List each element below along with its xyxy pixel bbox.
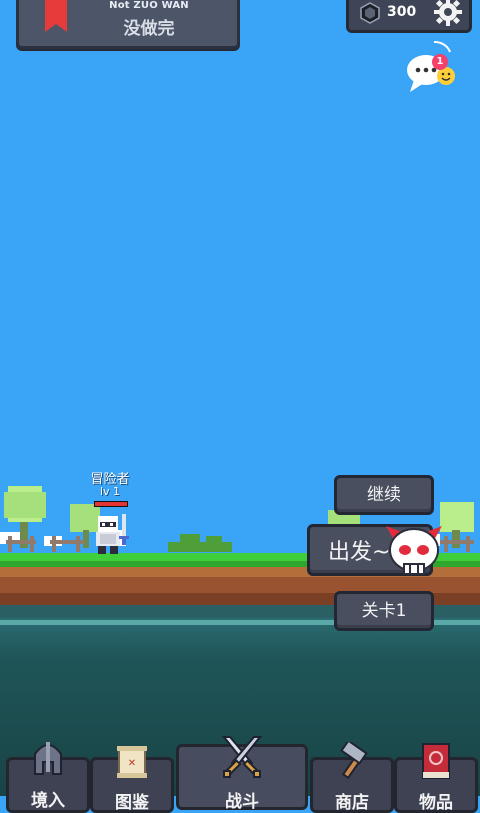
chat-notification-badge: 1 (432, 54, 448, 70)
title-banner[interactable]: Not ZUO WAN 没做完 (16, 0, 240, 49)
helmet-icon (34, 742, 62, 775)
gem-count: 300 (387, 4, 417, 20)
gem-counter-panel: 300 (346, 0, 472, 33)
hero-health-bar (94, 501, 128, 507)
tab-battle-label: 战斗 (225, 792, 259, 812)
hero-level: lv 1 (99, 485, 121, 498)
crossed-swords-icon (221, 736, 263, 778)
banner-subtitle: Not ZUO WAN (109, 0, 189, 11)
svg-text:✕: ✕ (128, 758, 136, 769)
gem-icon (360, 2, 380, 24)
tab-shop-label: 商店 (335, 793, 369, 813)
hero-knight-sprite[interactable] (92, 512, 132, 556)
demon-skull-icon (386, 526, 442, 575)
banner-title: 没做完 (123, 19, 175, 39)
continue-button[interactable]: 继续 (334, 475, 434, 515)
tab-equip[interactable]: 境入 (6, 742, 90, 813)
hammer-icon (340, 742, 368, 780)
red-book-icon (422, 743, 450, 779)
tab-items[interactable]: 物品 (394, 743, 478, 813)
tab-shop[interactable]: 商店 (310, 742, 394, 813)
scroll-icon: ✕ (117, 746, 147, 778)
tab-codex[interactable]: ✕ 图鉴 (90, 746, 174, 813)
stage-select-button[interactable]: 关卡1 (334, 591, 434, 631)
tab-items-label: 物品 (419, 793, 453, 813)
gear-icon[interactable] (433, 0, 463, 27)
bookmark-icon (45, 0, 67, 32)
tab-equip-label: 境入 (31, 791, 65, 811)
tab-codex-label: 图鉴 (115, 793, 149, 813)
hero-health-fill (95, 502, 127, 506)
tab-battle[interactable]: 战斗 (176, 736, 308, 812)
chat-bubble-icon[interactable] (404, 38, 460, 94)
